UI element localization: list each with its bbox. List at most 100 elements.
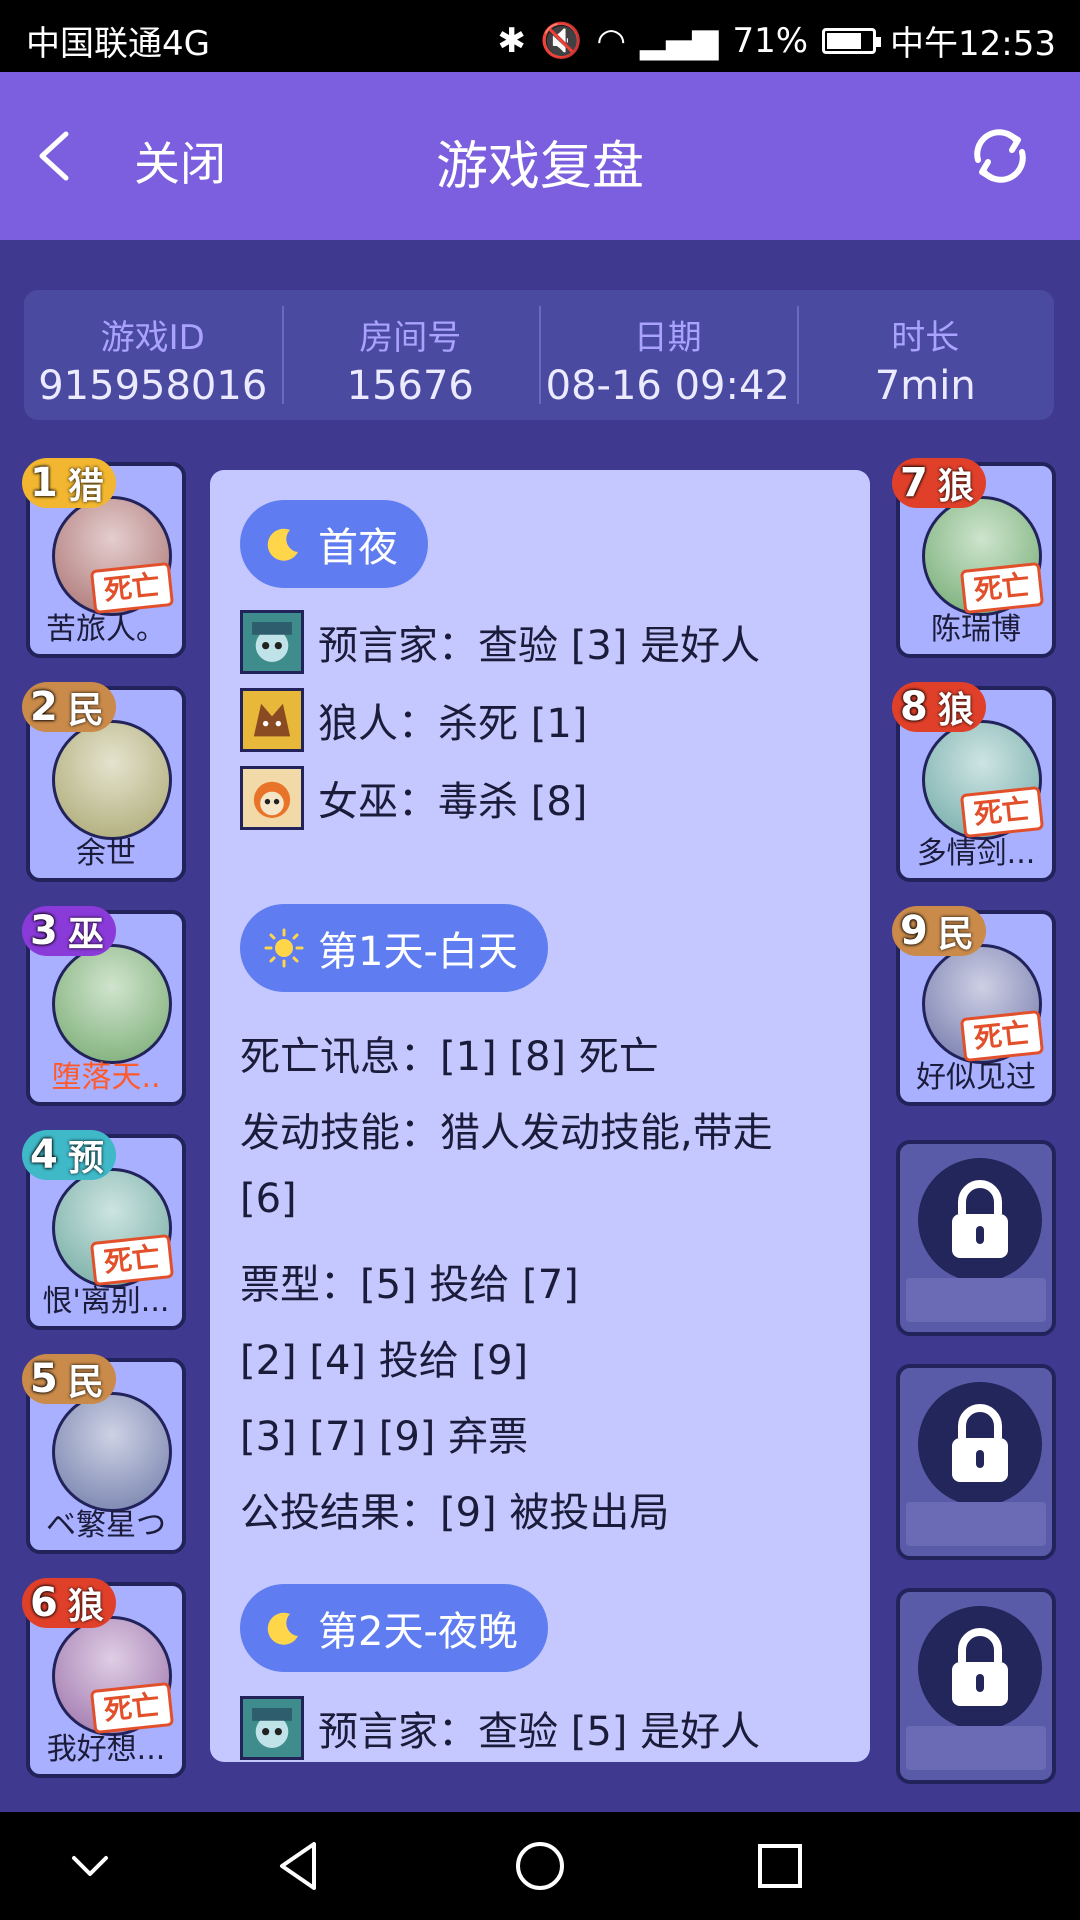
sun-icon [264, 928, 304, 968]
seat-number: 8 [900, 684, 928, 730]
seat-number: 7 [900, 460, 928, 506]
role-badge: 5民 [22, 1354, 116, 1404]
log-line: 公投结果：[9] 被投出局 [240, 1490, 670, 1536]
player-card-8[interactable]: 8 狼死亡 多情剑... [892, 682, 1056, 882]
avatar [52, 1392, 172, 1512]
game-id-label: 游戏ID [100, 318, 205, 358]
game-log-panel[interactable]: 首夜 预言家：查验 [3] 是好人 狼人：杀死 [1] 女巫：毒杀 [8] 第1… [210, 470, 870, 1762]
room-cell: 房间号 15676 [281, 290, 540, 420]
player-name: 我好想... [46, 1732, 166, 1767]
lock-icon [952, 1404, 1008, 1482]
refresh-icon[interactable] [964, 120, 1036, 192]
nav-home-icon[interactable] [510, 1836, 570, 1896]
log-text: 预言家：查验 [3] 是好人 [318, 623, 761, 669]
clock: 中午12:53 [890, 24, 1056, 64]
locked-slot[interactable] [896, 1588, 1056, 1784]
locked-slot[interactable] [896, 1364, 1056, 1560]
role-label: 民 [67, 690, 104, 731]
signal-icon: ▂▄▆ [639, 20, 719, 61]
role-badge: 6狼 [22, 1578, 116, 1628]
phase-label: 首夜 [318, 525, 398, 571]
player-card-7[interactable]: 7 狼死亡 陈瑞博 [892, 458, 1056, 658]
page-title: 游戏复盘 [435, 137, 644, 197]
role-badge: 8狼 [892, 682, 986, 732]
nav-back-icon[interactable] [270, 1836, 330, 1896]
player-card-5[interactable]: 5 民ベ繁星つ [22, 1354, 186, 1554]
date-cell: 日期 08-16 09:42 [539, 290, 797, 420]
role-label: 狼 [937, 466, 974, 507]
role-label: 狼 [937, 690, 974, 731]
player-name: 多情剑... [916, 836, 1036, 871]
role-badge: 3巫 [22, 906, 116, 956]
log-text: 狼人：杀死 [1] [318, 701, 588, 747]
log-line: 票型：[5] 投给 [7] [240, 1262, 579, 1308]
lock-band [906, 1726, 1046, 1770]
seer-icon [240, 610, 304, 674]
log-text: 预言家：查验 [5] 是好人 [318, 1709, 761, 1755]
seat-number: 4 [30, 1132, 58, 1178]
lock-icon [952, 1180, 1008, 1258]
player-name: 恨'离别... [42, 1284, 170, 1319]
player-name: 好似见过 [916, 1060, 1036, 1095]
battery-percent: 71% [732, 20, 809, 61]
locked-slot[interactable] [896, 1140, 1056, 1336]
player-card-3[interactable]: 3 巫堕落天.. [22, 906, 186, 1106]
log-line: [6] [240, 1176, 297, 1222]
witch-icon [240, 766, 304, 830]
system-nav-bar [0, 1812, 1080, 1920]
lock-band [906, 1278, 1046, 1322]
game-info-card: 游戏ID 915958016 房间号 15676 日期 08-16 09:42 … [24, 290, 1054, 420]
room-label: 房间号 [359, 318, 462, 358]
log-entry-witch: 女巫：毒杀 [8] [240, 766, 587, 830]
player-card-9[interactable]: 9 民死亡 好似见过 [892, 906, 1056, 1106]
nav-recents-icon[interactable] [750, 1836, 810, 1896]
player-name: ベ繁星つ [46, 1508, 166, 1543]
lock-circle [918, 1606, 1042, 1730]
seer-icon [240, 1696, 304, 1760]
phase-pill-night2: 第2天-夜晚 [240, 1584, 548, 1672]
log-line: 发动技能：猎人发动技能,带走 [240, 1110, 773, 1156]
phase-pill-day1: 第1天-白天 [240, 904, 548, 992]
status-bar: 中国联通4G ✱ 🔇 ◠ ▂▄▆ 71% 中午12:53 [0, 0, 1080, 72]
player-name: 陈瑞博 [931, 612, 1021, 647]
role-label: 狼 [67, 1586, 104, 1627]
role-label: 巫 [67, 914, 104, 955]
game-id-value: 915958016 [38, 363, 268, 409]
moon-icon [267, 528, 298, 561]
battery-icon [822, 27, 882, 54]
player-card-4[interactable]: 4 预死亡 恨'离别... [22, 1130, 186, 1330]
lock-circle [918, 1158, 1042, 1282]
role-badge: 7狼 [892, 458, 986, 508]
role-badge: 4预 [22, 1130, 116, 1180]
role-label: 猎 [67, 466, 104, 507]
seat-number: 9 [900, 908, 928, 954]
avatar [52, 944, 172, 1064]
lock-band [906, 1502, 1046, 1546]
bluetooth-icon: ✱ [497, 20, 526, 61]
log-entry-seer: 预言家：查验 [3] 是好人 [240, 610, 760, 674]
role-label: 民 [67, 1362, 104, 1403]
log-line: 死亡讯息：[1] [8] 死亡 [240, 1034, 659, 1080]
player-card-6[interactable]: 6 狼死亡 我好想... [22, 1578, 186, 1778]
duration-cell: 时长 7min [796, 290, 1055, 420]
seat-number: 3 [30, 908, 58, 954]
player-name: 苦旅人。 [46, 612, 166, 647]
role-badge: 9民 [892, 906, 986, 956]
duration-label: 时长 [891, 318, 960, 358]
player-card-2[interactable]: 2 民余世 [22, 682, 186, 882]
header: 关闭 游戏复盘 [0, 72, 1080, 240]
log-entry-wolf: 狼人：杀死 [1] [240, 688, 587, 752]
chevron-down-icon[interactable] [60, 1836, 120, 1896]
log-entry-seer: 预言家：查验 [5] 是好人 [240, 1696, 760, 1760]
player-name: 堕落天.. [51, 1060, 161, 1095]
log-line: [3] [7] [9] 弃票 [240, 1414, 529, 1460]
game-id-cell: 游戏ID 915958016 [24, 290, 282, 420]
player-card-1[interactable]: 1 猎死亡 苦旅人。 [22, 458, 186, 658]
avatar [52, 720, 172, 840]
role-badge: 1猎 [22, 458, 116, 508]
role-label: 预 [67, 1138, 104, 1179]
phase-label: 第2天-夜晚 [318, 1609, 518, 1655]
battery-fill [827, 32, 862, 49]
seat-number: 2 [30, 684, 58, 730]
carrier-label: 中国联通4G [26, 24, 210, 64]
